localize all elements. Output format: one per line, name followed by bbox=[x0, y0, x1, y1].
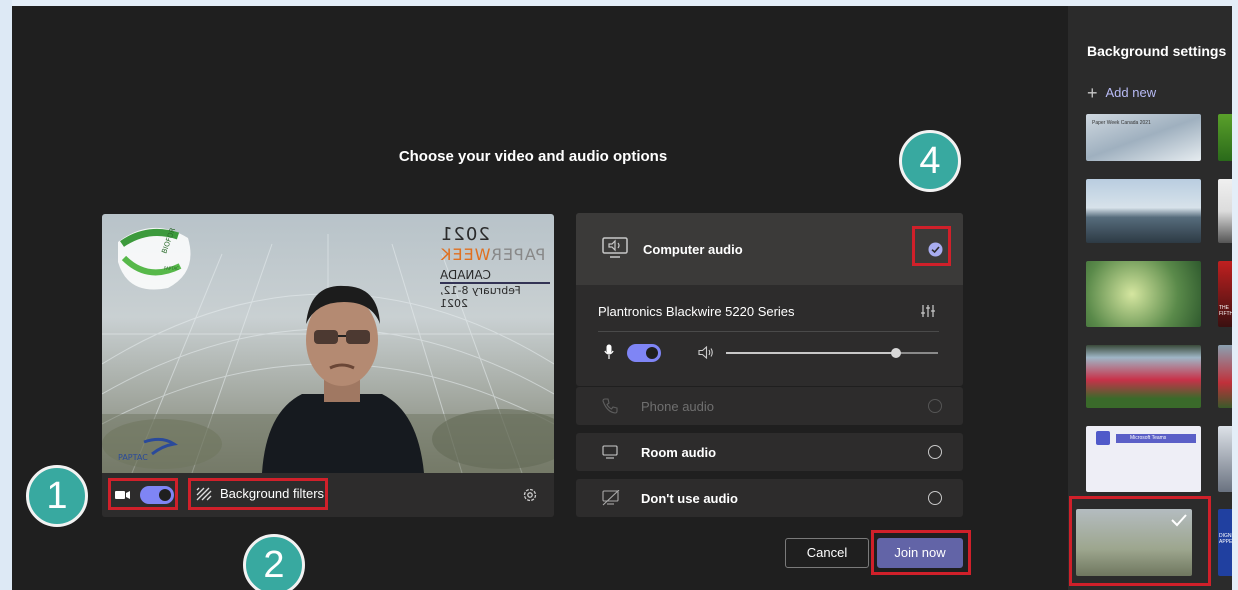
computer-audio-card[interactable]: Computer audio Plantronics Blackwire 522… bbox=[576, 213, 963, 386]
device-settings-sliders-icon[interactable] bbox=[921, 305, 935, 317]
video-controls-bar: Background filters bbox=[102, 473, 554, 517]
overlay-dates: February 8-12, 2021 bbox=[440, 284, 521, 310]
callout-badge-4: 4 bbox=[899, 130, 961, 192]
room-audio-label: Room audio bbox=[641, 445, 717, 460]
callout-badge-2: 2 bbox=[243, 534, 305, 590]
background-thumb-teams-label: Microsoft Teams bbox=[1130, 435, 1167, 441]
participant-video bbox=[262, 285, 424, 473]
video-preview-card: BIOFOR PAPTAC PAPTAC 2021 PAPERWEEK CANA… bbox=[102, 214, 554, 517]
background-thumb-flowers[interactable] bbox=[1086, 261, 1201, 327]
teams-logo-icon bbox=[1096, 431, 1110, 445]
cancel-button[interactable]: Cancel bbox=[785, 538, 869, 568]
selected-check-icon[interactable] bbox=[928, 242, 943, 257]
camera-icon bbox=[115, 491, 130, 499]
computer-speaker-icon bbox=[602, 237, 628, 258]
phone-icon bbox=[602, 398, 618, 414]
outer-frame-left bbox=[0, 0, 12, 590]
background-thumb-col2-3[interactable]: THE FIFTH bbox=[1218, 261, 1232, 327]
add-new-label: Add new bbox=[1105, 85, 1157, 100]
background-filters-button[interactable]: Background filters bbox=[196, 486, 324, 501]
callout-badge-1: 1 bbox=[26, 465, 88, 527]
volume-slider-fill bbox=[726, 352, 896, 354]
background-thumb-winter-label: Paper Week Canada 2021 bbox=[1092, 120, 1151, 126]
background-thumb-col2-2[interactable] bbox=[1218, 179, 1232, 243]
background-thumb-col2-6[interactable]: DIGNE APPEL bbox=[1218, 509, 1232, 576]
background-thumb-microsoft-teams[interactable]: Microsoft Teams bbox=[1086, 426, 1201, 492]
background-thumb-coast[interactable] bbox=[1086, 179, 1201, 243]
background-settings-panel: Background settings + Add new Paper Week… bbox=[1068, 6, 1232, 590]
background-thumb-paper-week[interactable] bbox=[1076, 509, 1192, 576]
paptac-text: PAPTAC bbox=[118, 453, 148, 462]
camera-toggle[interactable] bbox=[140, 486, 174, 504]
video-preview: BIOFOR PAPTAC PAPTAC 2021 PAPERWEEK CANA… bbox=[102, 214, 554, 473]
microphone-toggle-knob bbox=[646, 347, 658, 359]
background-thumb-team-photo[interactable] bbox=[1086, 345, 1201, 408]
overlay-country: CANADA bbox=[440, 268, 550, 284]
outer-frame-right bbox=[1232, 0, 1238, 590]
join-now-button[interactable]: Join now bbox=[877, 538, 963, 568]
background-filters-icon bbox=[196, 487, 212, 500]
audio-device-name[interactable]: Plantronics Blackwire 5220 Series bbox=[598, 304, 795, 319]
volume-slider-thumb[interactable] bbox=[890, 348, 901, 358]
phone-audio-label: Phone audio bbox=[641, 399, 715, 414]
device-settings-gear-icon[interactable] bbox=[522, 487, 538, 503]
overlay-year: 2021 bbox=[440, 224, 490, 245]
biofor-subtext: PAPTAC bbox=[164, 266, 179, 271]
no-audio-radio[interactable] bbox=[928, 491, 942, 505]
microphone-toggle[interactable] bbox=[627, 344, 661, 362]
background-thumb-col2-5[interactable] bbox=[1218, 426, 1232, 492]
background-thumb-col2-1[interactable] bbox=[1218, 114, 1232, 161]
phone-audio-option: Phone audio bbox=[576, 387, 963, 425]
overlay-brand: PAPERWEEK bbox=[440, 245, 550, 264]
background-settings-title: Background settings bbox=[1087, 43, 1227, 59]
paptac-logo: PAPTAC bbox=[118, 437, 178, 462]
add-new-background-button[interactable]: + Add new bbox=[1087, 82, 1157, 103]
background-filters-label: Background filters bbox=[220, 486, 325, 501]
speaker-volume-icon bbox=[698, 346, 713, 359]
background-thumb-winter[interactable]: Paper Week Canada 2021 bbox=[1086, 114, 1201, 161]
computer-audio-label: Computer audio bbox=[643, 242, 743, 257]
no-audio-label: Don't use audio bbox=[641, 491, 738, 506]
overlay-brand-left: PAPER bbox=[490, 245, 546, 264]
computer-audio-header[interactable]: Computer audio bbox=[576, 213, 963, 285]
monitor-icon bbox=[602, 445, 618, 459]
speaker-off-icon bbox=[602, 490, 620, 506]
biofor-logo: BIOFOR PAPTAC bbox=[118, 227, 191, 290]
background-thumb-col2-3-label: THE FIFTH bbox=[1219, 305, 1232, 317]
room-audio-option[interactable]: Room audio bbox=[576, 433, 963, 471]
paper-week-overlay: 2021 PAPERWEEK CANADA February 8-12, 202… bbox=[440, 224, 550, 310]
plus-icon: + bbox=[1087, 82, 1098, 103]
no-audio-option[interactable]: Don't use audio bbox=[576, 479, 963, 517]
background-thumb-col2-4[interactable] bbox=[1218, 345, 1232, 408]
phone-audio-radio bbox=[928, 399, 942, 413]
microphone-icon bbox=[604, 344, 614, 359]
overlay-brand-right: WEEK bbox=[440, 245, 491, 264]
room-audio-radio[interactable] bbox=[928, 445, 942, 459]
thumb-selected-check-icon bbox=[1171, 514, 1187, 527]
audio-separator bbox=[598, 331, 939, 332]
camera-toggle-knob bbox=[159, 489, 171, 501]
background-thumb-col2-6-label: DIGNE APPEL bbox=[1219, 533, 1232, 545]
